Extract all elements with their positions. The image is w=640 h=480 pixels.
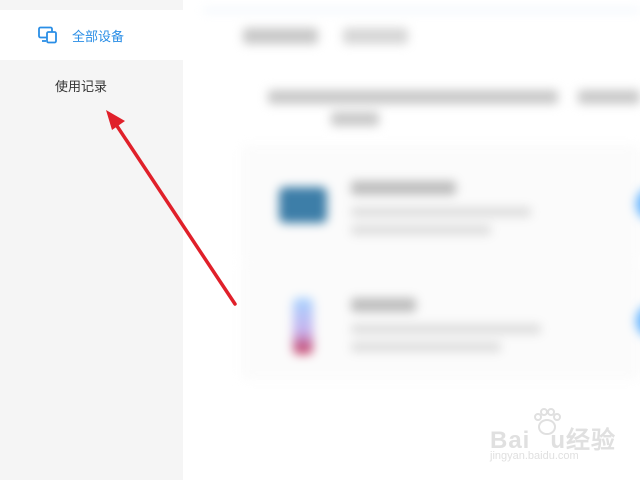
laptop-icon (279, 187, 327, 223)
blurred-device-detail (351, 207, 531, 217)
device-action-button[interactable] (636, 187, 640, 221)
blurred-heading (243, 28, 318, 44)
blurred-device-name (351, 298, 416, 312)
blurred-notice-line (578, 90, 640, 104)
baidu-jingyan-watermark: Bai u经验 jingyan.baidu.com (490, 408, 615, 468)
blurred-device-detail (351, 225, 491, 235)
top-divider (203, 9, 640, 12)
device-action-button[interactable] (636, 304, 640, 338)
sidebar-item-all-devices[interactable]: 全部设备 (0, 10, 183, 60)
devices-icon (38, 26, 58, 44)
sidebar-item-label: 使用记录 (55, 79, 108, 95)
blurred-device-detail (351, 324, 541, 334)
phone-icon (293, 298, 313, 354)
watermark-url: jingyan.baidu.com (490, 450, 579, 462)
blurred-notice-line (268, 90, 558, 104)
blurred-heading-secondary (343, 28, 408, 44)
device-card (241, 145, 640, 263)
main-content (183, 0, 640, 480)
blurred-device-name (351, 181, 456, 195)
sidebar: 全部设备 使用记录 (0, 0, 183, 480)
blurred-notice-line (331, 112, 379, 126)
device-card (241, 262, 640, 380)
blurred-content (183, 0, 640, 480)
sidebar-item-label: 全部设备 (72, 29, 125, 45)
blurred-device-detail (351, 342, 501, 352)
sidebar-item-usage-history[interactable]: 使用记录 (0, 60, 183, 110)
